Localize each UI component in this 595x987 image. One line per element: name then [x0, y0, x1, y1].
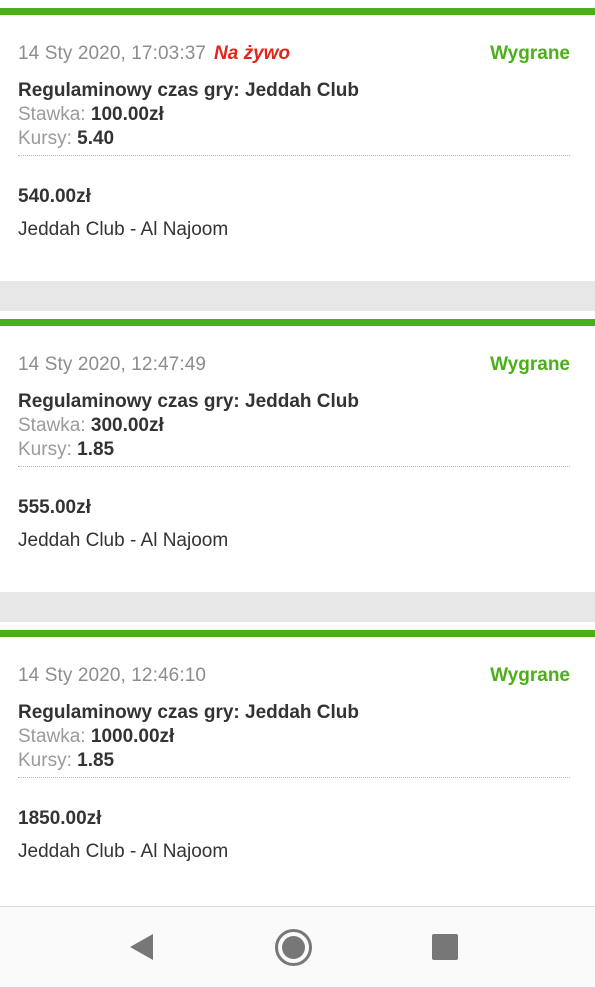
- stake-line: Stawka: 300.00zł: [18, 415, 164, 437]
- live-badge: Na żywo: [214, 43, 291, 64]
- odds-line: Kursy: 1.85: [18, 439, 114, 461]
- event-name: Jeddah Club - Al Najoom: [18, 219, 229, 240]
- bet-market: Regulaminowy czas gry: Jeddah Club: [18, 702, 360, 723]
- card-accent-bar: [0, 319, 595, 326]
- card-accent-bar: [0, 630, 595, 637]
- recents-button[interactable]: [405, 907, 485, 987]
- bet-status: Wygrane: [490, 665, 570, 686]
- stake-line: Stawka: 1000.00zł: [18, 726, 174, 748]
- stake-value: 1000.00zł: [90, 726, 175, 747]
- bet-card[interactable]: 14 Sty 2020, 12:46:10 Wygrane Regulamino…: [0, 622, 595, 903]
- payout-amount: 555.00zł: [18, 497, 91, 518]
- odds-label: Kursy:: [18, 750, 72, 771]
- bet-date: 14 Sty 2020, 12:47:49: [18, 354, 207, 375]
- odds-line: Kursy: 5.40: [18, 128, 114, 150]
- stake-line: Stawka: 100.00zł: [18, 104, 164, 126]
- bet-date: 14 Sty 2020, 17:03:37: [18, 43, 207, 64]
- card-accent-bar: [0, 8, 595, 15]
- screen: 14 Sty 2020, 17:03:37 Na żywo Wygrane Reg…: [0, 0, 595, 987]
- card-separator: [0, 281, 595, 311]
- bet-market: Regulaminowy czas gry: Jeddah Club: [18, 80, 360, 101]
- home-button[interactable]: [253, 907, 333, 987]
- odds-value: 1.85: [77, 750, 115, 771]
- payout-amount: 540.00zł: [18, 186, 91, 207]
- bet-status: Wygrane: [490, 354, 570, 375]
- odds-value: 1.85: [77, 439, 115, 460]
- recents-square-icon: [432, 934, 458, 960]
- bet-status: Wygrane: [490, 43, 570, 64]
- bet-history-list: 14 Sty 2020, 17:03:37 Na żywo Wygrane Reg…: [0, 0, 595, 903]
- bet-meta-row: 14 Sty 2020, 12:46:10 Wygrane: [18, 665, 570, 689]
- odds-label: Kursy:: [18, 128, 72, 149]
- stake-value: 300.00zł: [90, 415, 164, 436]
- odds-label: Kursy:: [18, 439, 72, 460]
- stake-label: Stawka:: [18, 104, 86, 125]
- dotted-divider: [18, 466, 570, 467]
- back-button[interactable]: [101, 907, 181, 987]
- dotted-divider: [18, 155, 570, 156]
- home-circle-icon: [274, 928, 312, 966]
- dotted-divider: [18, 777, 570, 778]
- bet-market: Regulaminowy czas gry: Jeddah Club: [18, 391, 360, 412]
- bet-card[interactable]: 14 Sty 2020, 17:03:37 Na żywo Wygrane Reg…: [0, 0, 595, 281]
- stake-value: 100.00zł: [90, 104, 164, 125]
- bet-meta-row: 14 Sty 2020, 17:03:37 Na żywo Wygrane: [18, 43, 570, 67]
- stake-label: Stawka:: [18, 415, 86, 436]
- event-name: Jeddah Club - Al Najoom: [18, 841, 229, 862]
- stake-label: Stawka:: [18, 726, 86, 747]
- back-triangle-icon: [129, 934, 153, 960]
- system-navigation-bar: [0, 906, 595, 987]
- odds-value: 5.40: [77, 128, 115, 149]
- card-separator: [0, 592, 595, 622]
- event-name: Jeddah Club - Al Najoom: [18, 530, 229, 551]
- bet-date: 14 Sty 2020, 12:46:10: [18, 665, 207, 686]
- bet-meta-row: 14 Sty 2020, 12:47:49 Wygrane: [18, 354, 570, 378]
- payout-amount: 1850.00zł: [18, 808, 102, 829]
- bet-card[interactable]: 14 Sty 2020, 12:47:49 Wygrane Regulamino…: [0, 311, 595, 592]
- odds-line: Kursy: 1.85: [18, 750, 114, 772]
